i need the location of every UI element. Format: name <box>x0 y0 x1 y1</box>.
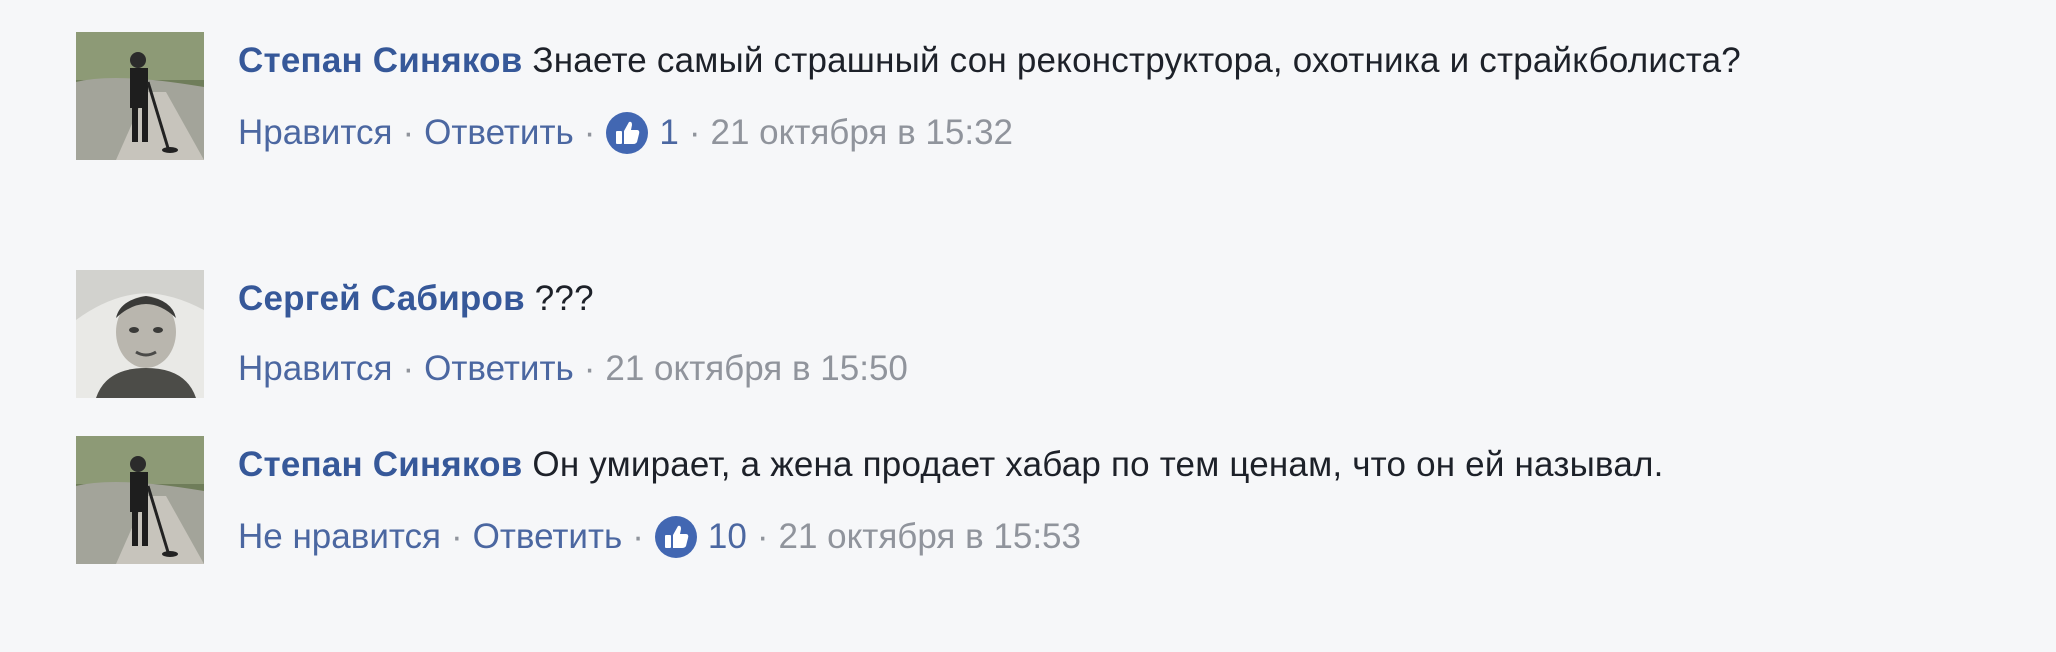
like-count: 1 <box>659 113 679 152</box>
reply-button[interactable]: Ответить <box>424 104 574 162</box>
separator-dot: · <box>756 517 769 556</box>
author-name[interactable]: Степан Синяков <box>238 445 522 484</box>
comment-text: Он умирает, а жена продает хабар по тем … <box>532 445 1664 484</box>
comment-text-block: Сергей Сабиров ??? <box>238 270 1878 328</box>
timestamp[interactable]: 21 октября в 15:50 <box>605 340 908 398</box>
like-button[interactable]: Нравится <box>238 340 392 398</box>
comment-actions: Нравится · Ответить · 21 октября в 15:50 <box>238 340 1878 398</box>
like-count-link[interactable]: 1 <box>605 104 679 162</box>
author-name[interactable]: Сергей Сабиров <box>238 279 525 318</box>
comment-body: Сергей Сабиров ??? Нравится · Ответить ·… <box>238 270 1878 398</box>
thumbs-up-icon <box>654 515 698 559</box>
timestamp[interactable]: 21 октября в 15:53 <box>778 508 1081 566</box>
reply-button[interactable]: Ответить <box>473 508 623 566</box>
separator-dot: · <box>632 517 644 556</box>
avatar[interactable] <box>76 32 204 160</box>
comment-actions: Нравится · Ответить · 1 · 21 октября в 1… <box>238 104 1878 162</box>
separator-dot: · <box>450 517 463 556</box>
comment-actions: Не нравится · Ответить · 10 · 21 октября… <box>238 508 1878 566</box>
thumbs-up-icon <box>605 111 649 155</box>
author-name[interactable]: Степан Синяков <box>238 41 522 80</box>
separator-dot: · <box>583 349 596 388</box>
avatar-photo <box>76 436 204 564</box>
avatar[interactable] <box>76 436 204 564</box>
unlike-button[interactable]: Не нравится <box>238 508 441 566</box>
comment-text: ??? <box>534 279 594 318</box>
avatar-photo <box>76 32 204 160</box>
comment-body: Степан Синяков Знаете самый страшный сон… <box>238 32 1878 162</box>
avatar-photo <box>76 270 204 398</box>
avatar[interactable] <box>76 270 204 398</box>
like-count-link[interactable]: 10 <box>654 508 747 566</box>
like-button[interactable]: Нравится <box>238 104 392 162</box>
timestamp[interactable]: 21 октября в 15:32 <box>711 104 1014 162</box>
separator-dot: · <box>583 113 596 152</box>
separator-dot: · <box>402 349 415 388</box>
comment-text-block: Степан Синяков Он умирает, а жена продае… <box>238 436 1878 494</box>
separator-dot: · <box>688 113 701 152</box>
comment-text-block: Степан Синяков Знаете самый страшный сон… <box>238 32 1878 90</box>
like-count: 10 <box>707 517 747 556</box>
comment-body: Степан Синяков Он умирает, а жена продае… <box>238 436 1878 566</box>
separator-dot: · <box>402 113 415 152</box>
reply-button[interactable]: Ответить <box>424 340 574 398</box>
comment-text: Знаете самый страшный сон реконструктора… <box>532 41 1741 80</box>
comment-thread: Степан Синяков Знаете самый страшный сон… <box>0 0 2056 652</box>
